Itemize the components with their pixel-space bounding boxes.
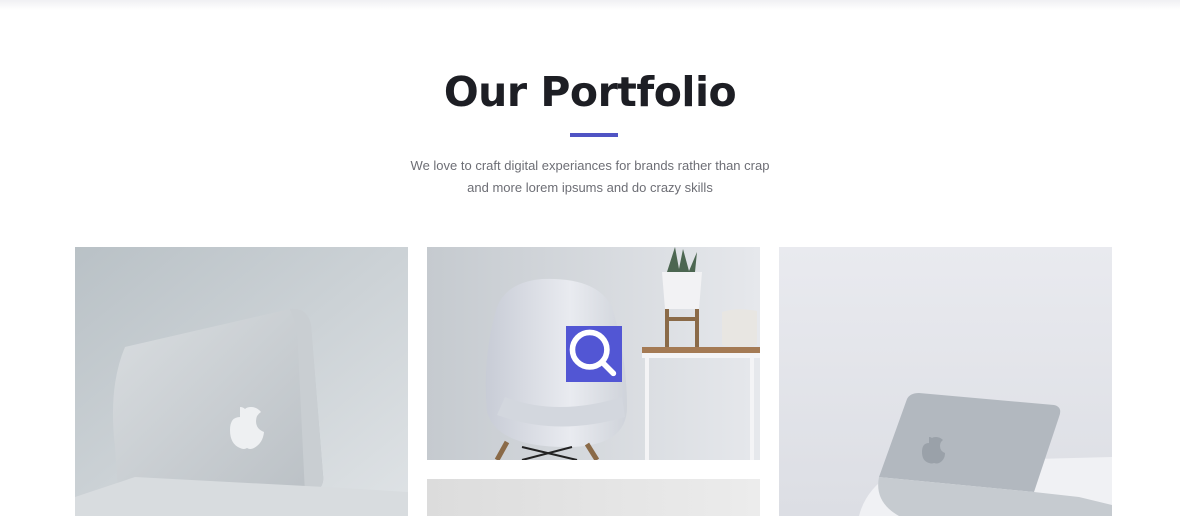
portfolio-image-laptop bbox=[75, 247, 408, 516]
subtitle-line-1: We love to craft digital experiances for… bbox=[410, 158, 770, 173]
portfolio-item-3[interactable] bbox=[779, 247, 1112, 516]
portfolio-item-2[interactable] bbox=[427, 247, 760, 460]
subtitle-line-2: and more lorem ipsums and do crazy skill… bbox=[467, 180, 713, 195]
portfolio-item-4[interactable] bbox=[427, 479, 760, 516]
portfolio-image-grey bbox=[427, 479, 760, 516]
search-overlay-button[interactable] bbox=[566, 326, 622, 382]
header-shadow bbox=[0, 0, 1180, 10]
section-subtitle: We love to craft digital experiances for… bbox=[0, 155, 1180, 199]
search-icon bbox=[569, 329, 617, 377]
title-divider bbox=[570, 133, 618, 137]
portfolio-item-1[interactable] bbox=[75, 247, 408, 516]
portfolio-image-laptop-table bbox=[779, 247, 1112, 516]
section-title: Our Portfolio bbox=[443, 68, 737, 116]
